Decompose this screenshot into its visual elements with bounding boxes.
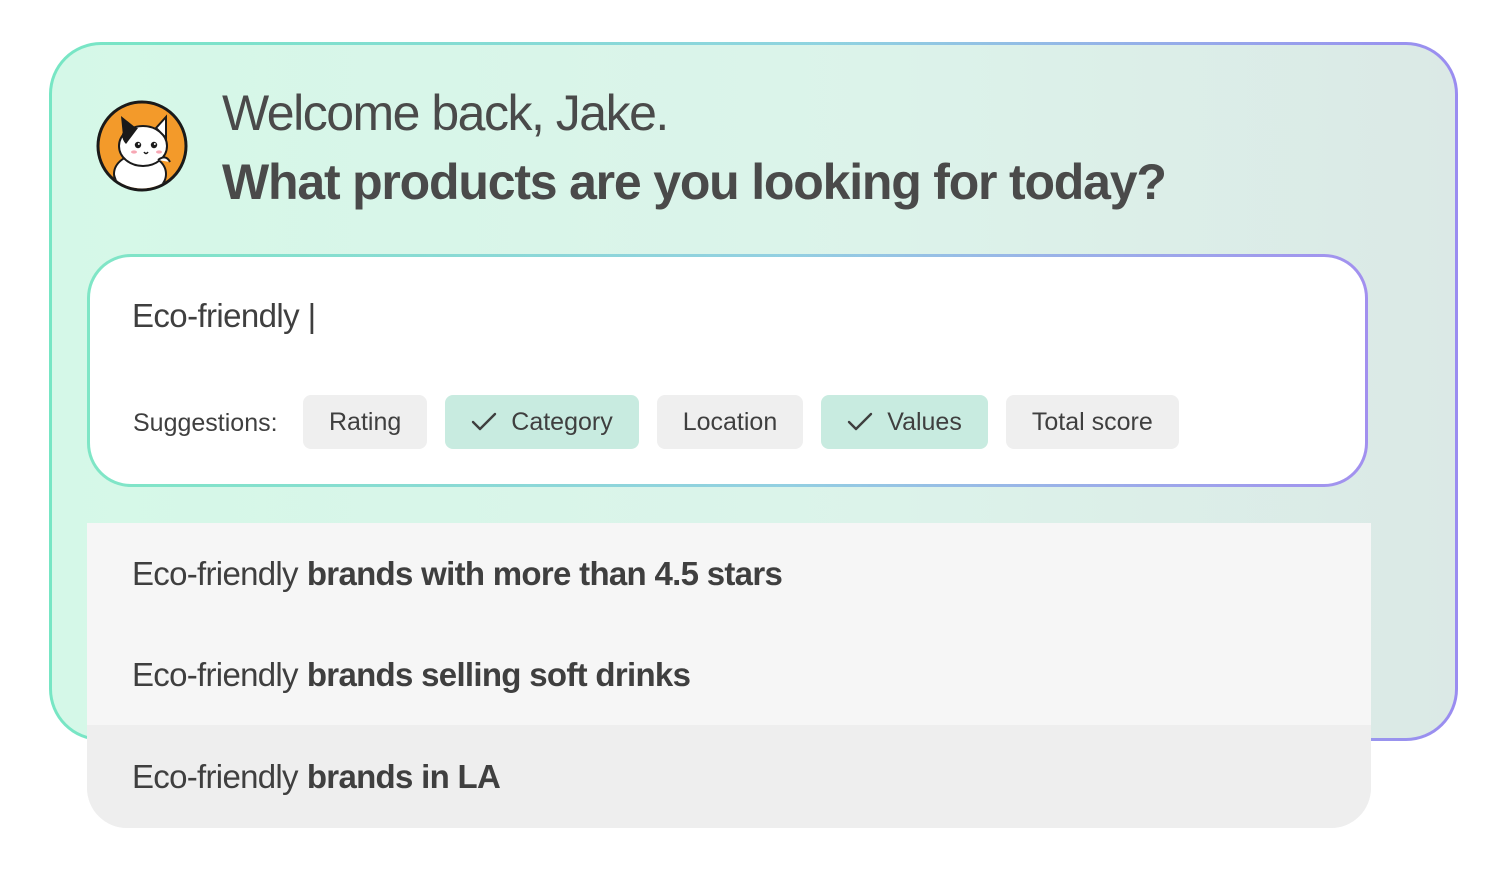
chip-category[interactable]: Category [445, 395, 639, 449]
chip-location[interactable]: Location [656, 395, 804, 449]
chip-label: Total score [1031, 407, 1153, 436]
suggestion-chips: Rating Category Location Values Total sc… [303, 395, 1179, 449]
autocomplete-results: Eco-friendly brands with more than 4.5 s… [87, 523, 1371, 828]
result-prefix: Eco-friendly [132, 757, 299, 795]
result-item[interactable]: Eco-friendly brands with more than 4.5 s… [87, 523, 1371, 624]
check-icon [472, 412, 497, 431]
chip-label: Location [682, 407, 778, 436]
result-prefix: Eco-friendly [132, 554, 299, 592]
result-item[interactable]: Eco-friendly brands selling soft drinks [87, 624, 1371, 725]
chip-rating[interactable]: Rating [303, 395, 428, 449]
check-icon [848, 412, 873, 431]
search-box: Suggestions: Rating Category Location Va… [90, 257, 1365, 484]
chip-label: Values [887, 407, 962, 436]
chip-label: Category [511, 407, 613, 436]
greeting-text: Welcome back, Jake. [222, 85, 669, 141]
suggestions-label: Suggestions: [133, 409, 278, 437]
result-item-highlighted[interactable]: Eco-friendly brands in LA [87, 725, 1371, 828]
search-input[interactable] [132, 297, 1032, 335]
cat-avatar-icon[interactable] [96, 100, 188, 192]
chip-label: Rating [329, 407, 402, 436]
result-suffix: brands with more than 4.5 stars [306, 554, 783, 592]
result-suffix: brands in LA [306, 757, 501, 795]
chip-total-score[interactable]: Total score [1005, 395, 1179, 449]
chip-values[interactable]: Values [821, 395, 988, 449]
search-box-border: Suggestions: Rating Category Location Va… [87, 254, 1368, 487]
result-suffix: brands selling soft drinks [306, 655, 691, 693]
result-prefix: Eco-friendly [132, 655, 299, 693]
page-title: What products are you looking for today? [222, 154, 1167, 210]
